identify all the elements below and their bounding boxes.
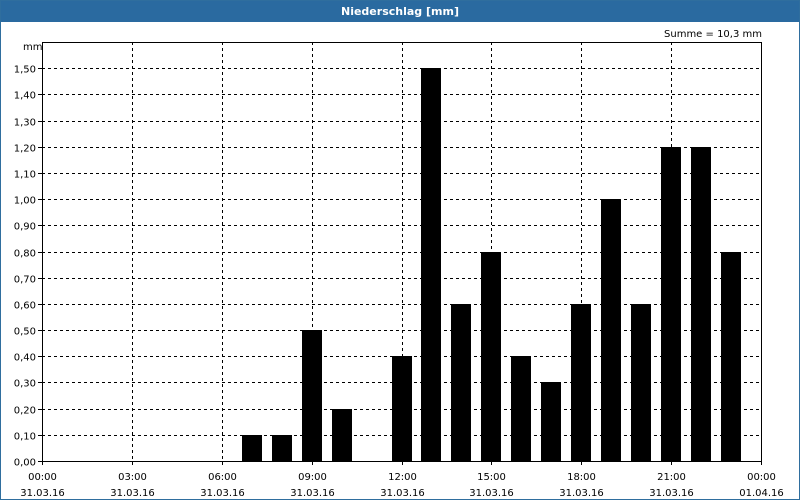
bar: [481, 252, 501, 462]
x-tick-time-label: 18:00: [567, 472, 596, 483]
x-tick-time-label: 06:00: [208, 472, 237, 483]
y-tick-label: 0,40: [14, 353, 36, 364]
precipitation-chart: 0,00 0,10 0,20 0,30 0,40 0,50 0,60 0,70 0,80 0,90…: [14, 29, 784, 499]
x-tick-date-label: 31.03.16: [559, 488, 604, 499]
x-tick-date-label: 31.03.16: [649, 488, 694, 499]
y-tick-label: 1,20: [14, 144, 36, 155]
y-tick-label: 0,30: [14, 379, 36, 390]
y-tick-label: 1,10: [14, 170, 36, 181]
x-tick-date-label: 31.03.16: [20, 488, 65, 499]
x-tick-date-label: 31.03.16: [469, 488, 514, 499]
bar: [691, 147, 711, 461]
x-axis-ticks: 00:00 31.03.16 03:00 31.03.16 06:00 31.03.16 0…: [20, 461, 784, 499]
x-tick-time-label: 00:00: [747, 472, 776, 483]
bar: [631, 304, 651, 461]
bar: [511, 356, 531, 461]
x-tick-date-label: 31.03.16: [380, 488, 425, 499]
x-tick-time-label: 21:00: [657, 472, 686, 483]
y-tick-label: 1,30: [14, 118, 36, 129]
bar: [392, 356, 412, 461]
x-tick-date-label: 01.04.16: [739, 488, 784, 499]
bar: [721, 252, 741, 462]
y-tick-label: 0,70: [14, 275, 36, 286]
bar: [332, 409, 352, 461]
x-tick-date-label: 31.03.16: [200, 488, 245, 499]
sum-annotation: Summe = 10,3 mm: [664, 29, 762, 40]
y-tick-label: 0,00: [14, 458, 36, 469]
bar: [541, 382, 561, 461]
chart-window: Niederschlag [mm] 0,00 0,10 0,20 0,30 0,40 0,…: [0, 0, 800, 500]
y-tick-label: 0,10: [14, 432, 36, 443]
x-tick-time-label: 03:00: [118, 472, 147, 483]
y-axis-ticks: 0,00 0,10 0,20 0,30 0,40 0,50 0,60 0,70 0,80 0,90…: [14, 65, 42, 469]
bar: [571, 304, 591, 461]
y-tick-label: 1,40: [14, 91, 36, 102]
x-tick-time-label: 15:00: [477, 472, 506, 483]
y-tick-label: 0,80: [14, 249, 36, 260]
bar: [242, 435, 262, 461]
y-tick-label: 0,60: [14, 301, 36, 312]
y-axis-label: mm: [23, 42, 42, 53]
bar: [451, 304, 471, 461]
x-tick-time-label: 09:00: [298, 472, 327, 483]
y-tick-label: 0,90: [14, 222, 36, 233]
bar: [272, 435, 292, 461]
bar: [302, 330, 322, 461]
bar: [421, 68, 441, 461]
x-tick-time-label: 00:00: [28, 472, 57, 483]
y-tick-label: 1,00: [14, 196, 36, 207]
x-tick-date-label: 31.03.16: [110, 488, 155, 499]
bar: [601, 199, 621, 461]
y-tick-label: 0,20: [14, 406, 36, 417]
x-tick-time-label: 12:00: [388, 472, 417, 483]
x-tick-date-label: 31.03.16: [290, 488, 335, 499]
y-tick-label: 0,50: [14, 327, 36, 338]
y-tick-label: 1,50: [14, 65, 36, 76]
bar: [661, 147, 681, 461]
